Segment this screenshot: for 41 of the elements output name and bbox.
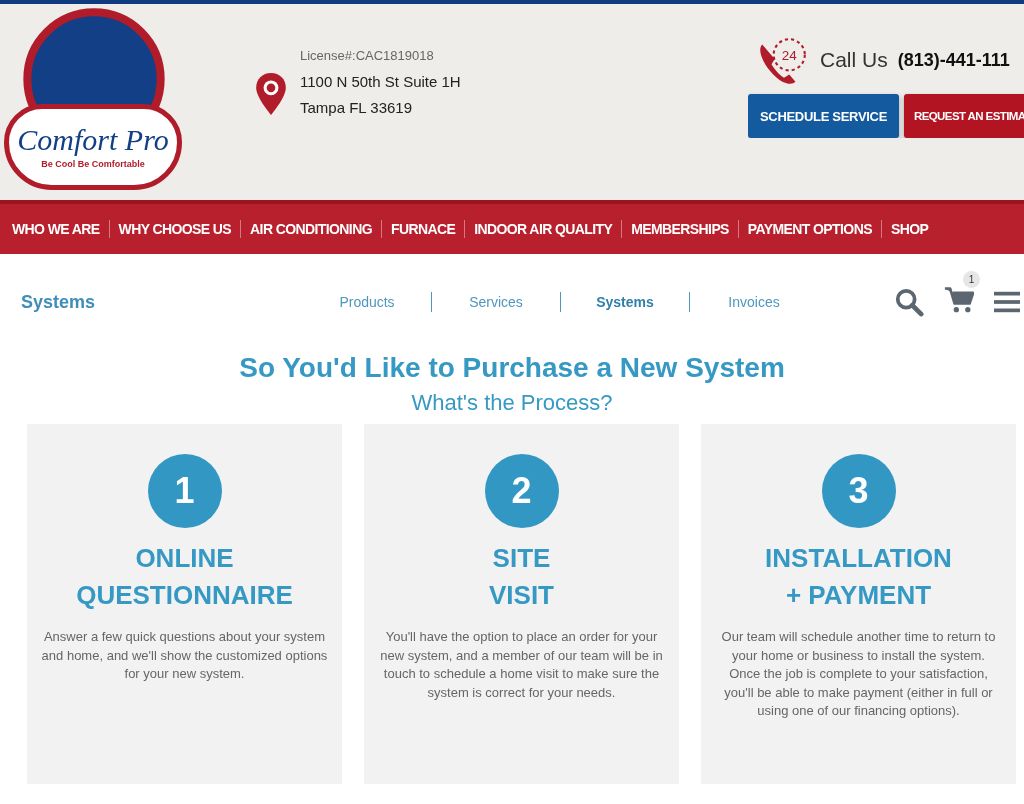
step-number: 1 <box>147 454 222 528</box>
nav-link[interactable]: WHO WE ARE <box>12 221 100 237</box>
nav-link[interactable]: INDOOR AIR QUALITY <box>474 221 613 237</box>
cart-icon[interactable] <box>944 285 974 315</box>
sub-nav-tab[interactable]: Products <box>303 294 431 310</box>
nav-link[interactable]: WHY CHOOSE US <box>118 221 232 237</box>
nav-link[interactable]: MEMBERSHIPS <box>631 221 729 237</box>
step-title: INSTALLATION <box>765 542 952 575</box>
page-subheading: What's the Process? <box>410 389 614 417</box>
step-title: ONLINE <box>135 542 234 575</box>
logo-tagline: Be Cool Be Comfortable <box>41 159 145 169</box>
step-number: 3 <box>821 454 896 528</box>
nav-link[interactable]: FURNACE <box>390 221 456 237</box>
step-title: SITE <box>492 542 551 575</box>
license-number: License#:CAC1819018 <box>300 48 435 63</box>
logo[interactable]: Comfort Pro Be Cool Be Comfortable <box>0 4 190 200</box>
step-description: You'll have the option to place an order for your new system, and a member of our team will be in touch to schedule a home visit to make sure the system is correct for your needs. <box>379 628 664 702</box>
step-description: Answer a few quick questions about your system and home, and we'll show the customized options for your new system. <box>41 628 328 683</box>
cart-count: 1 <box>963 271 980 288</box>
nav-link[interactable]: AIR CONDITIONING <box>250 221 372 237</box>
page-heading: So You'd Like to Purchase a New System <box>238 351 786 385</box>
step-title: VISIT <box>489 579 554 612</box>
sub-nav-tab[interactable]: Services <box>432 294 560 310</box>
address-line: 1100 N 50th St Suite 1H <box>300 72 461 92</box>
section-title: Systems <box>21 291 97 313</box>
schedule-service-button[interactable]: SCHEDULE SERVICE <box>748 94 899 138</box>
location-pin-icon <box>256 72 286 115</box>
address-line: Tampa FL 33619 <box>300 98 414 118</box>
nav-link[interactable]: PAYMENT OPTIONS <box>747 221 872 237</box>
sub-nav-tab[interactable]: Systems <box>561 294 689 310</box>
nav-link[interactable]: SHOP <box>890 221 929 237</box>
search-icon[interactable] <box>894 287 924 317</box>
phone-number-link[interactable]: (813)-441-111 <box>897 49 1010 71</box>
step-number: 2 <box>484 454 559 528</box>
logo-title: Comfort Pro <box>17 125 169 155</box>
call-us-label: Call Us <box>820 48 888 72</box>
sub-nav-tab[interactable]: Invoices <box>690 294 818 310</box>
step-description: Our team will schedule another time to return to your home or business to install the system. Once the job is complete to your satisfaction, you'll be able to make payment (either in full or using one of our financing options). <box>720 628 997 720</box>
step-title: + PAYMENT <box>785 579 932 612</box>
menu-icon[interactable] <box>994 289 1020 315</box>
step-title: QUESTIONNAIRE <box>76 579 293 612</box>
